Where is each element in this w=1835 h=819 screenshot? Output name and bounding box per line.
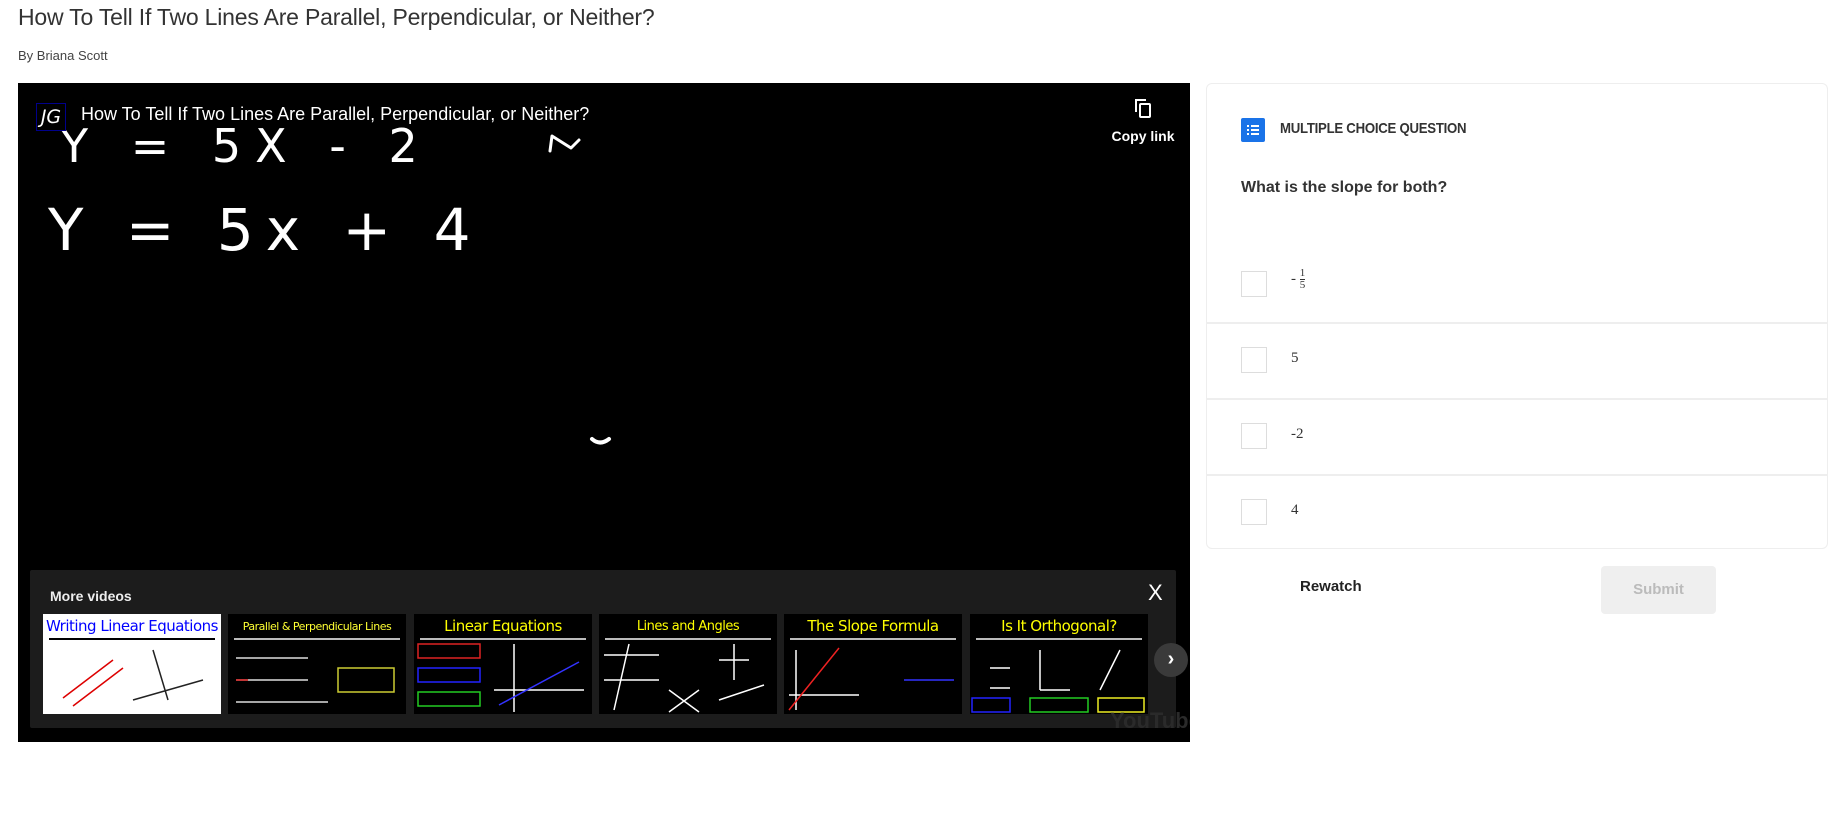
video-thumbnail[interactable]: Lines and Angles — [599, 614, 777, 714]
rewatch-button[interactable]: Rewatch — [1300, 578, 1362, 595]
list-icon — [1241, 118, 1265, 142]
option-checkbox[interactable] — [1241, 499, 1267, 525]
video-thumbnail[interactable]: The Slope Formula — [784, 614, 962, 714]
answer-option[interactable]: -2 — [1207, 398, 1827, 476]
option-checkbox[interactable] — [1241, 423, 1267, 449]
copy-link-button[interactable]: Copy link — [1108, 97, 1178, 144]
thumbnail-title: The Slope Formula — [807, 617, 939, 635]
option-label: 5 — [1291, 350, 1299, 366]
video-thumbnail[interactable]: Linear Equations — [414, 614, 592, 714]
answer-option[interactable]: - 15 — [1207, 246, 1827, 324]
thumbnail-title: Writing Linear Equations — [46, 617, 218, 635]
youtube-watermark[interactable]: YouTube — [1110, 708, 1190, 734]
more-videos-title: More videos — [50, 588, 132, 604]
question-card: MULTIPLE CHOICE QUESTION What is the slo… — [1206, 83, 1828, 549]
thumbnail-graphic — [417, 643, 584, 712]
option-label: - 15 — [1291, 267, 1306, 291]
question-type-label: MULTIPLE CHOICE QUESTION — [1280, 120, 1467, 137]
channel-logo[interactable]: JG — [36, 103, 66, 131]
copy-icon — [1135, 99, 1151, 118]
thumbnail-graphic — [788, 647, 954, 711]
more-videos-panel: More videos X Writing Linear Equations P… — [30, 570, 1190, 733]
answer-option[interactable]: 5 — [1207, 322, 1827, 400]
thumbnail-title: Parallel & Perpendicular Lines — [242, 620, 392, 633]
thumbnail-graphic — [604, 643, 765, 713]
thumbnail-graphic — [62, 649, 204, 707]
submit-button[interactable]: Submit — [1601, 566, 1716, 614]
video-title[interactable]: How To Tell If Two Lines Are Parallel, P… — [81, 104, 589, 125]
option-checkbox[interactable] — [1241, 271, 1267, 297]
option-label: -2 — [1291, 426, 1304, 442]
option-label: 4 — [1291, 502, 1299, 518]
option-checkbox[interactable] — [1241, 347, 1267, 373]
thumbnail-title: Is It Orthogonal? — [1001, 617, 1117, 635]
video-thumbnail[interactable]: Parallel & Perpendicular Lines — [228, 614, 406, 714]
thumbnail-title: Lines and Angles — [636, 619, 740, 634]
author-byline: By Briana Scott — [18, 48, 108, 63]
video-thumbnail[interactable]: Is It Orthogonal? — [970, 614, 1148, 714]
page-title: How To Tell If Two Lines Are Parallel, P… — [18, 4, 655, 30]
next-videos-button[interactable]: › — [1154, 643, 1188, 677]
thumbnail-graphic — [236, 657, 395, 703]
thumbnail-title: Linear Equations — [444, 617, 562, 635]
answer-option[interactable]: 4 — [1207, 474, 1827, 550]
video-player[interactable]: Y = 5X - 2 Y = 5x + 4 JG How To Tell If … — [18, 83, 1190, 742]
copy-link-label: Copy link — [1111, 128, 1175, 144]
video-thumbnail[interactable]: Writing Linear Equations — [43, 614, 221, 714]
thumbnail-graphic — [971, 649, 1145, 713]
close-icon[interactable]: X — [1148, 580, 1163, 606]
question-text: What is the slope for both? — [1241, 179, 1448, 196]
